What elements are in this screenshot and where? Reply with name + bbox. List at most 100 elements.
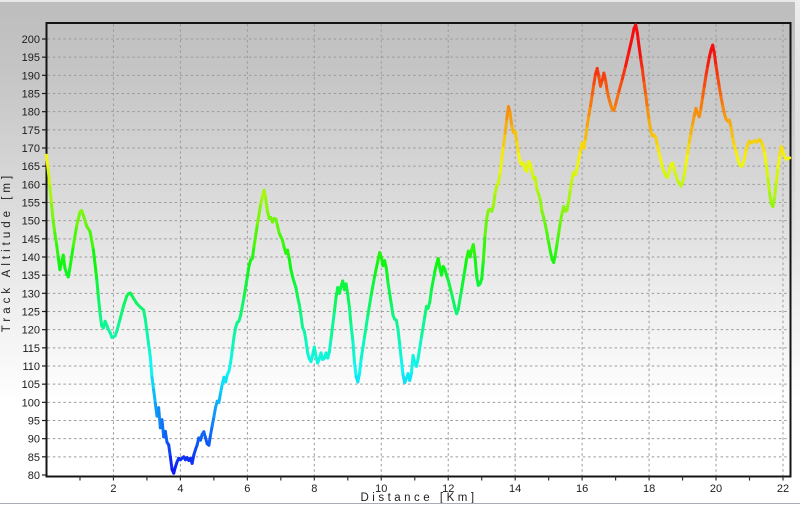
x-tick-label: 4	[177, 483, 183, 495]
track-segment	[585, 126, 587, 138]
y-tick-label: 125	[22, 307, 40, 319]
track-segment	[354, 362, 356, 377]
track-segment	[371, 277, 374, 295]
track-segment	[388, 282, 391, 304]
track-segment	[70, 246, 73, 268]
y-tick-label: 170	[22, 143, 40, 155]
track-segment	[165, 431, 167, 442]
track-segment	[400, 344, 402, 360]
y-tick-label: 200	[22, 34, 40, 46]
track-segment	[254, 224, 257, 246]
track-segment	[485, 218, 487, 235]
track-segment	[778, 155, 780, 167]
track-segment	[117, 319, 120, 331]
track-segment	[644, 83, 646, 95]
track-segment	[703, 86, 705, 97]
track-segment	[555, 244, 557, 255]
track-segment	[622, 66, 625, 79]
track-segment	[775, 182, 777, 197]
x-tick-label: 6	[244, 483, 250, 495]
track-segment	[93, 250, 96, 279]
elevation-profile-chart: 8085909510010511011512012513013514014515…	[0, 0, 800, 509]
track-segment	[626, 51, 629, 66]
track-segment	[587, 115, 589, 126]
track-segment	[53, 221, 55, 234]
track-segment	[418, 337, 421, 359]
track-segment	[289, 258, 291, 269]
track-segment	[209, 435, 211, 445]
track-segment	[647, 108, 649, 120]
track-segment	[493, 193, 495, 206]
track-segment	[535, 177, 537, 189]
track-segment	[559, 222, 561, 233]
track-segment	[557, 233, 559, 244]
track-segment	[452, 293, 455, 308]
track-segment	[73, 226, 76, 246]
y-tick-label: 100	[22, 397, 40, 409]
track-segment	[329, 338, 331, 351]
track-segment	[361, 337, 364, 359]
track-segment	[594, 74, 596, 84]
track-segment	[641, 59, 643, 70]
track-segment	[431, 272, 434, 290]
track-segment	[83, 215, 86, 226]
track-segment	[505, 119, 507, 134]
track-segment	[473, 245, 475, 257]
track-segment	[701, 97, 703, 108]
y-tick-label: 115	[22, 343, 40, 355]
track-segment	[349, 308, 351, 326]
track-segment	[510, 113, 512, 126]
track-segment	[629, 37, 632, 52]
track-segment	[169, 445, 171, 457]
track-segment	[646, 95, 648, 108]
track-segment	[170, 457, 172, 470]
track-segment	[100, 313, 102, 326]
track-segment	[540, 200, 542, 211]
track-segment	[398, 330, 400, 345]
y-tick-label: 95	[28, 416, 40, 428]
track-segment	[500, 159, 502, 174]
track-segment	[716, 66, 718, 77]
track-segment	[592, 84, 594, 95]
y-tick-label: 175	[22, 125, 40, 137]
track-segment	[301, 315, 303, 327]
track-segment	[718, 77, 720, 88]
y-tick-label: 135	[22, 270, 40, 282]
track-segment	[483, 235, 485, 260]
track-segment	[606, 80, 608, 91]
track-segment	[147, 331, 149, 344]
y-tick-label: 105	[22, 379, 40, 391]
track-segment	[688, 142, 690, 153]
track-segment	[299, 304, 301, 315]
y-tick-label: 90	[28, 434, 40, 446]
track-segment	[47, 155, 49, 170]
y-tick-label: 140	[22, 252, 40, 264]
track-segment	[252, 246, 254, 258]
track-segment	[591, 95, 593, 106]
track-segment	[639, 46, 641, 58]
track-segment	[386, 268, 388, 283]
track-segment	[770, 193, 772, 204]
bottom-margin	[0, 504, 800, 509]
track-segment	[686, 153, 688, 164]
track-segment	[150, 357, 152, 377]
track-segment	[430, 290, 432, 302]
x-tick-label: 20	[710, 483, 722, 495]
y-tick-label: 165	[22, 161, 40, 173]
track-segment	[684, 164, 686, 175]
track-segment	[375, 261, 378, 277]
y-tick-label: 80	[28, 470, 40, 482]
track-segment	[569, 189, 571, 200]
y-tick-label: 150	[22, 216, 40, 228]
track-segment	[120, 306, 123, 319]
track-segment	[502, 146, 504, 159]
track-segment	[244, 277, 247, 297]
y-tick-label: 160	[22, 179, 40, 191]
track-segment	[360, 359, 362, 374]
track-segment	[788, 158, 790, 159]
track-segment	[241, 297, 244, 315]
y-tick-label: 180	[22, 107, 40, 119]
y-axis-title: Track Altitude [m]	[1, 7, 17, 497]
track-segment	[475, 257, 477, 277]
track-segment	[231, 350, 233, 363]
